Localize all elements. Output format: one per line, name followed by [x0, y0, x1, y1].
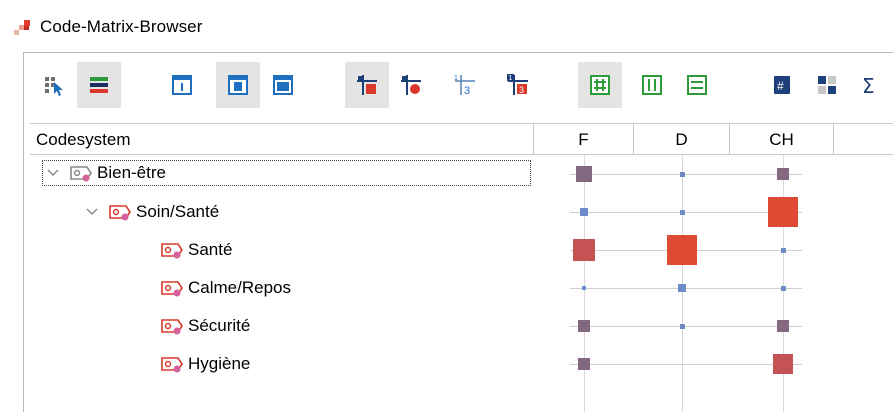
matrix-cell-d[interactable] [678, 284, 686, 292]
codesystem-header[interactable]: Codesystem [30, 124, 534, 155]
title-bar: Code-Matrix-Browser [0, 0, 893, 48]
svg-text:Σ: Σ [862, 74, 875, 97]
row-line [570, 288, 802, 289]
select-codes-button[interactable] [32, 62, 76, 108]
layout-top-button[interactable] [261, 62, 305, 108]
svg-text:1: 1 [454, 75, 458, 82]
matrix-cell-ch[interactable] [780, 285, 786, 291]
layout-center-icon [228, 75, 248, 95]
code-icon [70, 166, 92, 182]
grid-columns-icon [642, 75, 662, 95]
layout-top-icon [273, 75, 293, 95]
grid-rows-icon [687, 75, 707, 95]
symbol-squares-button[interactable] [345, 62, 389, 108]
code-node[interactable]: Bien-être [42, 160, 531, 186]
color-rows-icon [90, 77, 108, 93]
code-node[interactable]: Calme/Repos [160, 275, 291, 301]
row-line [570, 174, 802, 175]
matrix-cell-f[interactable] [582, 286, 586, 290]
code-label: Bien-être [97, 163, 166, 182]
symbol-colored-numbers-icon: 1 3 [507, 74, 528, 95]
app-logo-icon [14, 20, 30, 35]
layout-center-button[interactable] [216, 62, 260, 108]
code-label: Hygiène [188, 354, 251, 373]
symbol-circles-icon [401, 75, 421, 95]
code-icon [109, 205, 131, 221]
svg-text:3: 3 [464, 85, 470, 97]
matrix-cell-d[interactable] [679, 209, 685, 215]
grid-all-button[interactable] [578, 62, 622, 108]
column-header-ch[interactable]: CH [730, 124, 834, 155]
matrix-cell-f[interactable] [578, 358, 590, 370]
show-count-button[interactable]: # [760, 62, 804, 108]
chevron-down-icon[interactable] [82, 208, 102, 216]
sum-button[interactable]: Σ [849, 62, 893, 108]
window-title: Code-Matrix-Browser [40, 17, 203, 36]
code-node[interactable]: Soin/Santé [82, 199, 219, 225]
code-label: Santé [188, 240, 233, 259]
code-node[interactable]: Santé [160, 237, 232, 263]
code-label: Sécurité [188, 316, 251, 335]
code-node[interactable]: Hygiène [160, 351, 250, 377]
code-node[interactable]: Sécurité [160, 313, 250, 339]
matrix-cell-ch[interactable] [780, 247, 786, 253]
matrix-cell-d[interactable] [679, 323, 685, 329]
code-icon [161, 243, 183, 259]
matrix-header: Codesystem F D CH [30, 123, 893, 155]
show-count-icon: # [774, 76, 790, 94]
symbol-numbers-icon: 1 3 [454, 75, 475, 97]
select-codes-icon [45, 77, 63, 96]
sum-icon: Σ [862, 74, 875, 97]
chevron-down-icon[interactable] [43, 169, 63, 177]
symbol-numbers-button[interactable]: 1 3 [443, 62, 487, 108]
symbol-circles-button[interactable] [389, 62, 433, 108]
code-icon [161, 319, 183, 335]
symbol-colored-numbers-button[interactable]: 1 3 [496, 62, 540, 108]
svg-text:#: # [777, 79, 784, 93]
matrix-cell-ch[interactable] [773, 354, 793, 374]
code-icon [161, 357, 183, 373]
grid-rows-button[interactable] [675, 62, 719, 108]
layout-left-icon [172, 75, 192, 95]
code-icon [161, 281, 183, 297]
row-line [570, 364, 802, 365]
svg-text:3: 3 [519, 85, 524, 95]
column-header-d[interactable]: D [634, 124, 730, 155]
matrix-rows: Bien-être Soin/Santé Santé Calme/Repos S… [30, 155, 893, 412]
code-label: Calme/Repos [188, 278, 291, 297]
row-line [570, 326, 802, 327]
layout-left-button[interactable] [160, 62, 204, 108]
matrix-cell-ch[interactable] [777, 320, 789, 332]
matrix-cell-ch[interactable] [768, 197, 798, 227]
svg-text:1: 1 [509, 75, 513, 82]
matrix-cell-d[interactable] [679, 171, 685, 177]
symbol-squares-icon [357, 75, 377, 95]
color-rows-button[interactable] [77, 62, 121, 108]
matrix-cell-f[interactable] [580, 208, 588, 216]
matrix-cell-f[interactable] [576, 166, 592, 182]
matrix-cell-d[interactable] [667, 235, 697, 265]
code-matrix: Codesystem F D CH Bien-être Soin/Santé S… [30, 123, 893, 412]
grid-columns-button[interactable] [630, 62, 674, 108]
matrix-cell-f[interactable] [578, 320, 590, 332]
grid-all-icon [590, 75, 610, 95]
matrix-cell-ch[interactable] [777, 168, 789, 180]
show-values-icon [818, 76, 836, 94]
matrix-cell-f[interactable] [573, 239, 595, 261]
code-label: Soin/Santé [136, 202, 220, 221]
column-header-f[interactable]: F [534, 124, 634, 155]
show-values-button[interactable] [805, 62, 849, 108]
